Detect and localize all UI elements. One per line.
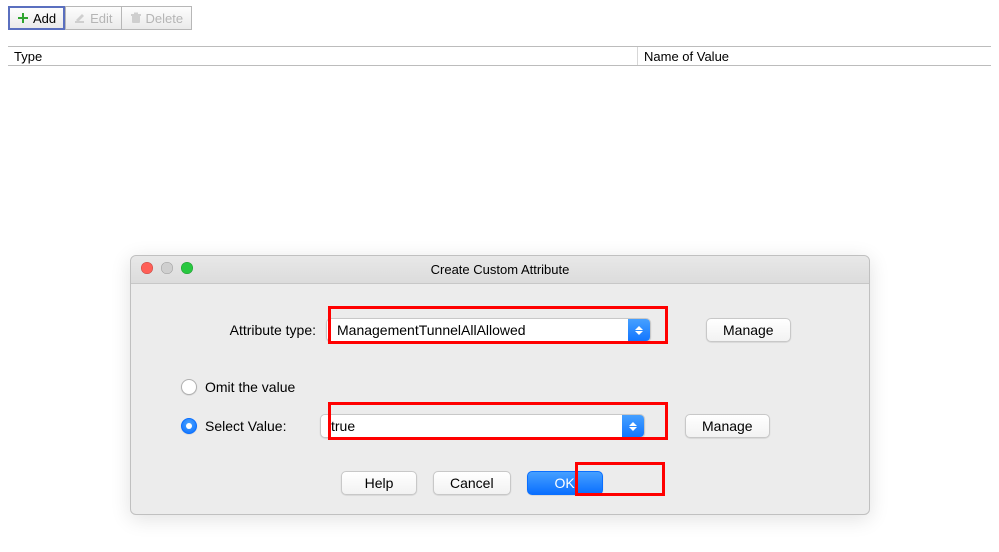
ok-button-label: OK [554,475,574,491]
cancel-button-label: Cancel [450,475,494,491]
select-value-value: true [321,415,622,437]
table-header-name-label: Name of Value [644,49,729,64]
window-controls [141,262,193,274]
omit-value-radio[interactable] [181,379,197,395]
help-button-label: Help [365,475,394,491]
dialog-button-row: Help Cancel OK [131,468,869,498]
omit-value-label: Omit the value [205,379,295,395]
table-header-name-of-value[interactable]: Name of Value [638,47,991,65]
chevron-updown-icon [628,319,650,341]
attribute-type-row: Attribute type: ManagementTunnelAllAllow… [131,312,869,348]
select-value-select[interactable]: true [320,414,645,438]
create-custom-attribute-dialog: Create Custom Attribute Attribute type: … [130,255,870,515]
omit-value-row: Omit the value [131,374,869,400]
manage-label: Manage [702,418,753,434]
minimize-icon [161,262,173,274]
edit-button-label: Edit [90,11,112,26]
attribute-type-label: Attribute type: [131,322,326,338]
table-header-type-label: Type [14,49,42,64]
add-button-label: Add [33,11,56,26]
dialog-title: Create Custom Attribute [431,262,570,277]
ok-button[interactable]: OK [527,471,603,495]
delete-button[interactable]: Delete [121,6,193,30]
trash-icon [130,12,142,24]
cancel-button[interactable]: Cancel [433,471,511,495]
attribute-type-value: ManagementTunnelAllAllowed [327,319,628,341]
manage-value-button[interactable]: Manage [685,414,770,438]
dialog-titlebar[interactable]: Create Custom Attribute [131,256,869,284]
edit-button[interactable]: Edit [65,6,121,30]
select-value-label: Select Value: [205,418,320,434]
delete-button-label: Delete [146,11,184,26]
toolbar: Add Edit Delete [8,6,191,30]
zoom-icon[interactable] [181,262,193,274]
attribute-type-select[interactable]: ManagementTunnelAllAllowed [326,318,651,342]
add-button[interactable]: Add [8,6,65,30]
help-button[interactable]: Help [341,471,417,495]
table-header-type[interactable]: Type [8,47,638,65]
manage-label: Manage [723,322,774,338]
manage-attribute-type-button[interactable]: Manage [706,318,791,342]
plus-icon [17,12,29,24]
dialog-body: Attribute type: ManagementTunnelAllAllow… [131,284,869,514]
pencil-icon [74,12,86,24]
select-value-row: Select Value: true Manage [131,408,869,444]
table-header: Type Name of Value [8,46,991,66]
chevron-updown-icon [622,415,644,437]
select-value-radio[interactable] [181,418,197,434]
close-icon[interactable] [141,262,153,274]
